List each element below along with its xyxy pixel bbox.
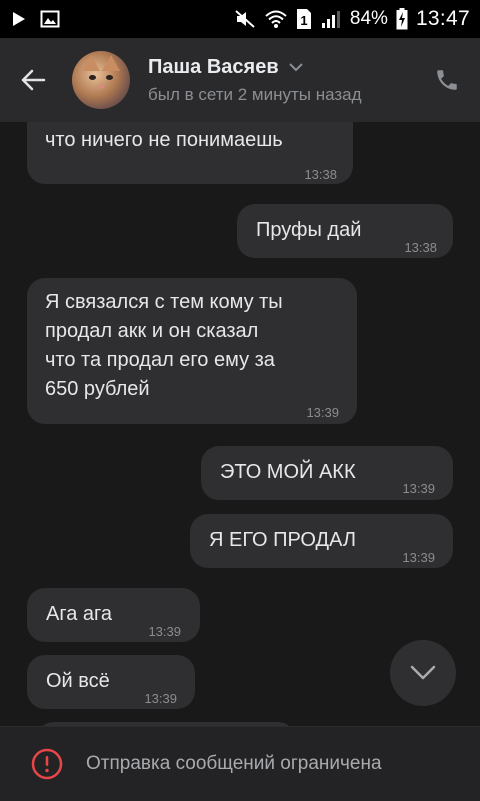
message-time: 13:39 xyxy=(402,550,435,565)
svg-text:1: 1 xyxy=(300,13,307,28)
scroll-down-button[interactable] xyxy=(390,640,456,706)
messaging-restricted-bar: Отправка сообщений ограничена xyxy=(0,726,480,801)
clock: 13:47 xyxy=(415,7,470,30)
contact-name: Паша Васяев xyxy=(148,55,279,78)
message-incoming[interactable]: Я связался с тем кому ты продал акк и он… xyxy=(27,278,357,424)
chat-header: Паша Васяев был в сети 2 минуты назад xyxy=(0,38,480,122)
phone-icon xyxy=(437,70,457,90)
wifi-icon xyxy=(264,9,288,29)
back-button[interactable] xyxy=(0,38,66,122)
avatar[interactable] xyxy=(72,51,130,109)
message-text: Ага ага xyxy=(46,603,112,625)
alert-icon xyxy=(30,747,64,781)
message-incoming[interactable]: Ага ага 13:39 xyxy=(27,588,200,642)
message-text: что ничего не понимаешь xyxy=(45,129,283,151)
mute-icon xyxy=(234,9,256,29)
play-store-icon xyxy=(12,11,26,27)
message-outgoing[interactable]: Пруфы дай 13:38 xyxy=(237,204,453,258)
message-outgoing[interactable]: ЭТО МОЙ АКК 13:39 xyxy=(201,446,453,500)
message-text: Я связался с тем кому ты продал акк и он… xyxy=(45,291,283,400)
battery-charging-icon xyxy=(396,8,408,30)
message-incoming[interactable]: что ничего не понимаешь 13:38 xyxy=(27,122,353,184)
contact-info[interactable]: Паша Васяев был в сети 2 минуты назад xyxy=(148,56,410,105)
contact-status: был в сети 2 минуты назад xyxy=(148,84,362,104)
restriction-text: Отправка сообщений ограничена xyxy=(86,753,382,774)
message-time: 13:39 xyxy=(402,481,435,496)
message-time: 13:38 xyxy=(304,167,337,182)
chevron-down-icon xyxy=(288,62,303,71)
message-time: 13:39 xyxy=(144,691,177,706)
battery-percent: 84% xyxy=(349,8,388,29)
message-incoming[interactable]: Ой всё 13:39 xyxy=(27,655,195,709)
message-time: 13:38 xyxy=(404,240,437,255)
message-text: Ой всё xyxy=(46,670,110,692)
message-text: ЭТО МОЙ АКК xyxy=(220,461,356,483)
arrow-left-icon xyxy=(21,69,46,91)
message-time: 13:39 xyxy=(148,624,181,639)
message-text: Пруфы дай xyxy=(256,219,362,241)
image-icon xyxy=(40,10,60,28)
sim-1-icon: 1 xyxy=(296,8,312,30)
chevron-down-icon xyxy=(410,665,436,680)
message-outgoing[interactable]: Я ЕГО ПРОДАЛ 13:39 xyxy=(190,514,453,568)
message-time: 13:39 xyxy=(306,405,339,420)
signal-icon xyxy=(320,9,342,29)
status-bar: 1 84% 13:47 xyxy=(0,0,480,38)
call-button[interactable] xyxy=(414,38,480,122)
message-list[interactable]: что ничего не понимаешь 13:38 Пруфы дай … xyxy=(0,122,480,726)
message-text: Я ЕГО ПРОДАЛ xyxy=(209,529,357,551)
